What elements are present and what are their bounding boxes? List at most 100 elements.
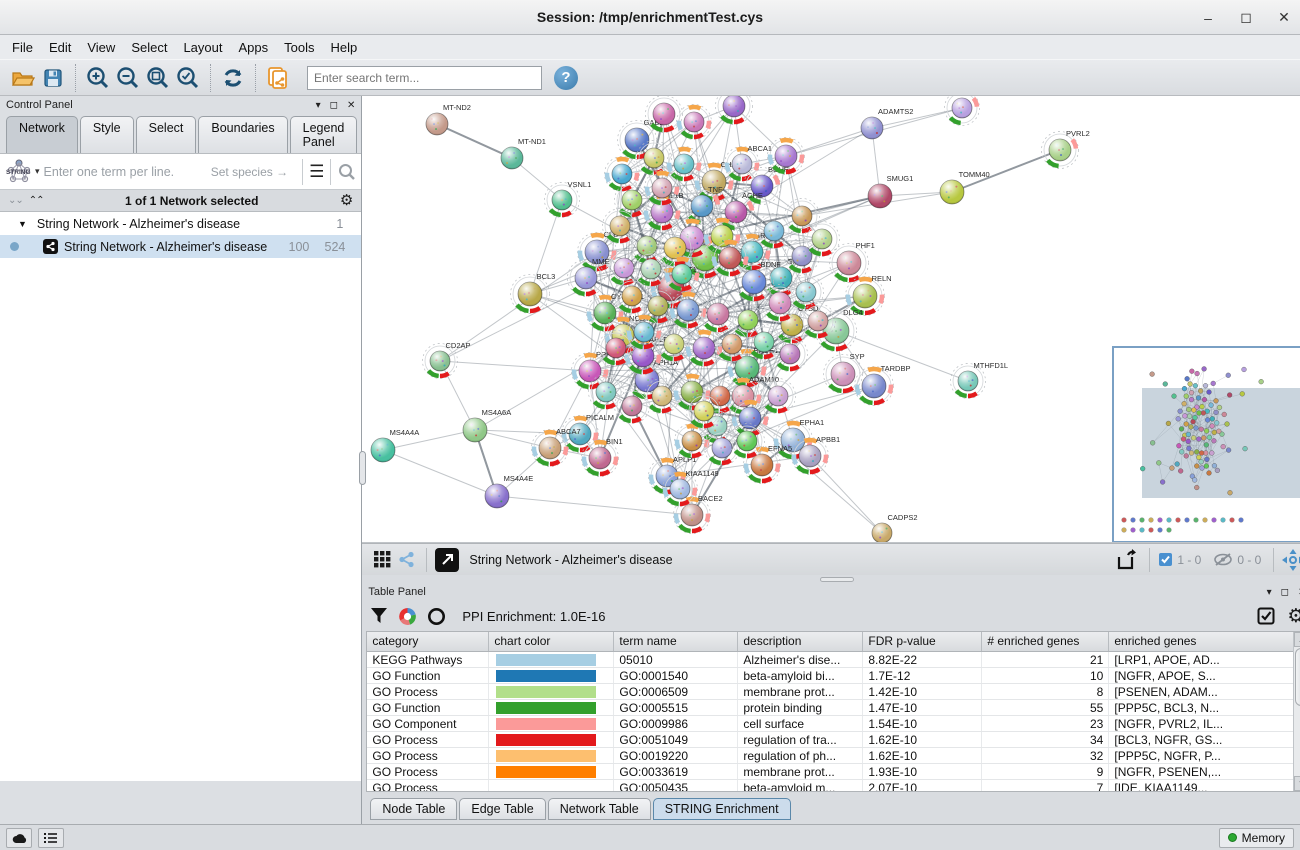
network-node-bace2[interactable]: BACE2	[674, 494, 723, 534]
network-row[interactable]: String Network - Alzheimer's disease 100…	[0, 235, 361, 258]
task-history-button[interactable]	[38, 828, 64, 848]
menu-file[interactable]: File	[4, 38, 41, 57]
select-columns-icon[interactable]	[1257, 607, 1275, 625]
table-row[interactable]: GO ProcessGO:0051049regulation of tra...…	[367, 732, 1300, 748]
table-row[interactable]: GO ProcessGO:0033619membrane prot...1.93…	[367, 764, 1300, 780]
open-session-button[interactable]	[8, 63, 38, 93]
network-node-pvrl2[interactable]: PVRL2	[1042, 129, 1090, 169]
collapse-all-icon[interactable]: ⌄⌄	[8, 195, 23, 206]
filter-icon[interactable]	[370, 607, 388, 625]
string-logo-icon[interactable]: STRING	[4, 158, 34, 186]
network-node-cadps2[interactable]: CADPS2	[872, 513, 918, 543]
column-header-4[interactable]: FDR p-value	[863, 632, 982, 651]
zoom-selected-button[interactable]	[173, 63, 203, 93]
column-header-2[interactable]: term name	[614, 632, 738, 651]
panel-float-icon[interactable]: ◻	[330, 100, 338, 111]
zoom-in-button[interactable]	[83, 63, 113, 93]
grid-mode-button[interactable]	[370, 545, 394, 575]
zoom-out-button[interactable]	[113, 63, 143, 93]
save-session-button[interactable]	[38, 63, 68, 93]
table-row[interactable]: KEGG Pathways05010Alzheimer's dise...8.8…	[367, 652, 1300, 668]
network-collection-row[interactable]: ▼ String Network - Alzheimer's disease 1	[0, 212, 361, 235]
menu-help[interactable]: Help	[323, 38, 366, 57]
horizontal-splitter[interactable]	[362, 575, 1300, 583]
automation-status-button[interactable]	[6, 828, 32, 848]
selected-nodes-checkbox-icon[interactable]	[1158, 552, 1173, 567]
menu-select[interactable]: Select	[123, 38, 175, 57]
tab-edge-table[interactable]: Edge Table	[459, 798, 545, 820]
memory-button[interactable]: Memory	[1219, 828, 1294, 848]
string-options-icon[interactable]: ☰	[309, 162, 324, 182]
column-header-3[interactable]: description	[738, 632, 863, 651]
network-node-mme[interactable]: MME	[568, 257, 610, 297]
menu-tools[interactable]: Tools	[276, 38, 322, 57]
column-header-0[interactable]: category	[367, 632, 489, 651]
string-dropdown-caret[interactable]: ▾	[35, 166, 40, 177]
network-node[interactable]	[716, 96, 753, 125]
scroll-down-arrow[interactable]: ▼	[1294, 776, 1300, 791]
table-body: KEGG Pathways05010Alzheimer's dise...8.8…	[367, 652, 1300, 791]
panel-menu-icon[interactable]: ▾	[316, 100, 321, 111]
birdseye-view-panel[interactable]	[1112, 346, 1300, 543]
table-row[interactable]: GO ProcessGO:0019220regulation of ph...1…	[367, 748, 1300, 764]
minimize-button[interactable]: –	[1200, 10, 1216, 26]
table-settings-gear-icon[interactable]: ⚙	[1287, 607, 1300, 626]
export-network-button[interactable]	[1111, 545, 1141, 575]
table-vertical-scrollbar[interactable]: ▲ ▼	[1293, 632, 1300, 791]
help-button[interactable]: ?	[554, 66, 578, 90]
string-term-input[interactable]	[44, 165, 211, 179]
hidden-eye-icon[interactable]	[1213, 552, 1233, 567]
collection-expand-icon[interactable]: ▼	[18, 219, 27, 229]
tab-legend-panel[interactable]: Legend Panel	[290, 116, 358, 153]
expand-all-icon[interactable]: ⌃⌃	[29, 195, 44, 206]
detach-view-button[interactable]	[435, 548, 459, 572]
scrollbar-thumb[interactable]	[1295, 648, 1300, 706]
tab-select[interactable]: Select	[136, 116, 197, 153]
menu-layout[interactable]: Layout	[175, 38, 230, 57]
scroll-up-arrow[interactable]: ▲	[1294, 632, 1300, 647]
network-node-smug1[interactable]: SMUG1	[868, 174, 913, 208]
zoom-fit-button[interactable]	[143, 63, 173, 93]
network-node-phf1[interactable]: PHF1	[830, 241, 875, 283]
table-panel-menu-icon[interactable]: ▾	[1267, 587, 1272, 598]
tab-boundaries[interactable]: Boundaries	[198, 116, 287, 153]
vertical-splitter-grip[interactable]	[359, 451, 366, 485]
table-row[interactable]: GO ProcessGO:0006509membrane prot...1.42…	[367, 684, 1300, 700]
menu-apps[interactable]: Apps	[231, 38, 277, 57]
birdseye-toggle-icon[interactable]	[1282, 549, 1300, 571]
tab-network-table[interactable]: Network Table	[548, 798, 651, 820]
network-node-mt-nd1[interactable]: MT-ND1	[501, 137, 546, 169]
menu-view[interactable]: View	[79, 38, 123, 57]
share-view-button[interactable]	[394, 545, 418, 575]
network-node-ms4a4a[interactable]: MS4A4A	[371, 428, 419, 462]
network-canvas[interactable]: MT-ND2MT-ND1VSNL1GAB2ADAMTS2PVRL2TOMM40S…	[362, 96, 1300, 543]
refresh-button[interactable]	[218, 63, 248, 93]
menu-edit[interactable]: Edit	[41, 38, 79, 57]
tab-string-enrichment[interactable]: STRING Enrichment	[653, 798, 791, 820]
close-button[interactable]: ✕	[1276, 9, 1292, 26]
table-row[interactable]: GO ProcessGO:0050435beta-amyloid m...2.0…	[367, 780, 1300, 791]
set-species-hint[interactable]: Set species →	[211, 165, 288, 179]
column-header-5[interactable]: # enriched genes	[982, 632, 1109, 651]
cell: beta-amyloid bi...	[738, 668, 863, 683]
clone-network-button[interactable]	[263, 63, 293, 93]
network-node[interactable]	[615, 389, 650, 424]
ring-chart-icon[interactable]	[427, 607, 446, 626]
network-node-mthfd1l[interactable]: MTHFD1L	[951, 361, 1009, 399]
network-options-gear-icon[interactable]: ⚙	[340, 193, 353, 208]
network-node-cd2ap[interactable]: CD2AP	[423, 341, 471, 379]
column-header-6[interactable]: enriched genes	[1109, 632, 1300, 651]
table-row[interactable]: GO FunctionGO:0005515protein binding1.47…	[367, 700, 1300, 716]
tab-style[interactable]: Style	[80, 116, 134, 153]
table-row[interactable]: GO FunctionGO:0001540beta-amyloid bi...1…	[367, 668, 1300, 684]
table-panel-float-icon[interactable]: ◻	[1281, 587, 1289, 598]
maximize-button[interactable]: ◻	[1238, 9, 1254, 26]
tab-node-table[interactable]: Node Table	[370, 798, 457, 820]
column-header-1[interactable]: chart color	[489, 632, 614, 651]
panel-close-icon[interactable]: ✕	[347, 100, 355, 111]
search-input[interactable]	[307, 66, 542, 90]
tab-network[interactable]: Network	[6, 116, 78, 153]
string-search-icon[interactable]	[337, 162, 357, 182]
pie-chart-icon[interactable]	[398, 607, 417, 626]
table-row[interactable]: GO ComponentGO:0009986cell surface1.54E-…	[367, 716, 1300, 732]
